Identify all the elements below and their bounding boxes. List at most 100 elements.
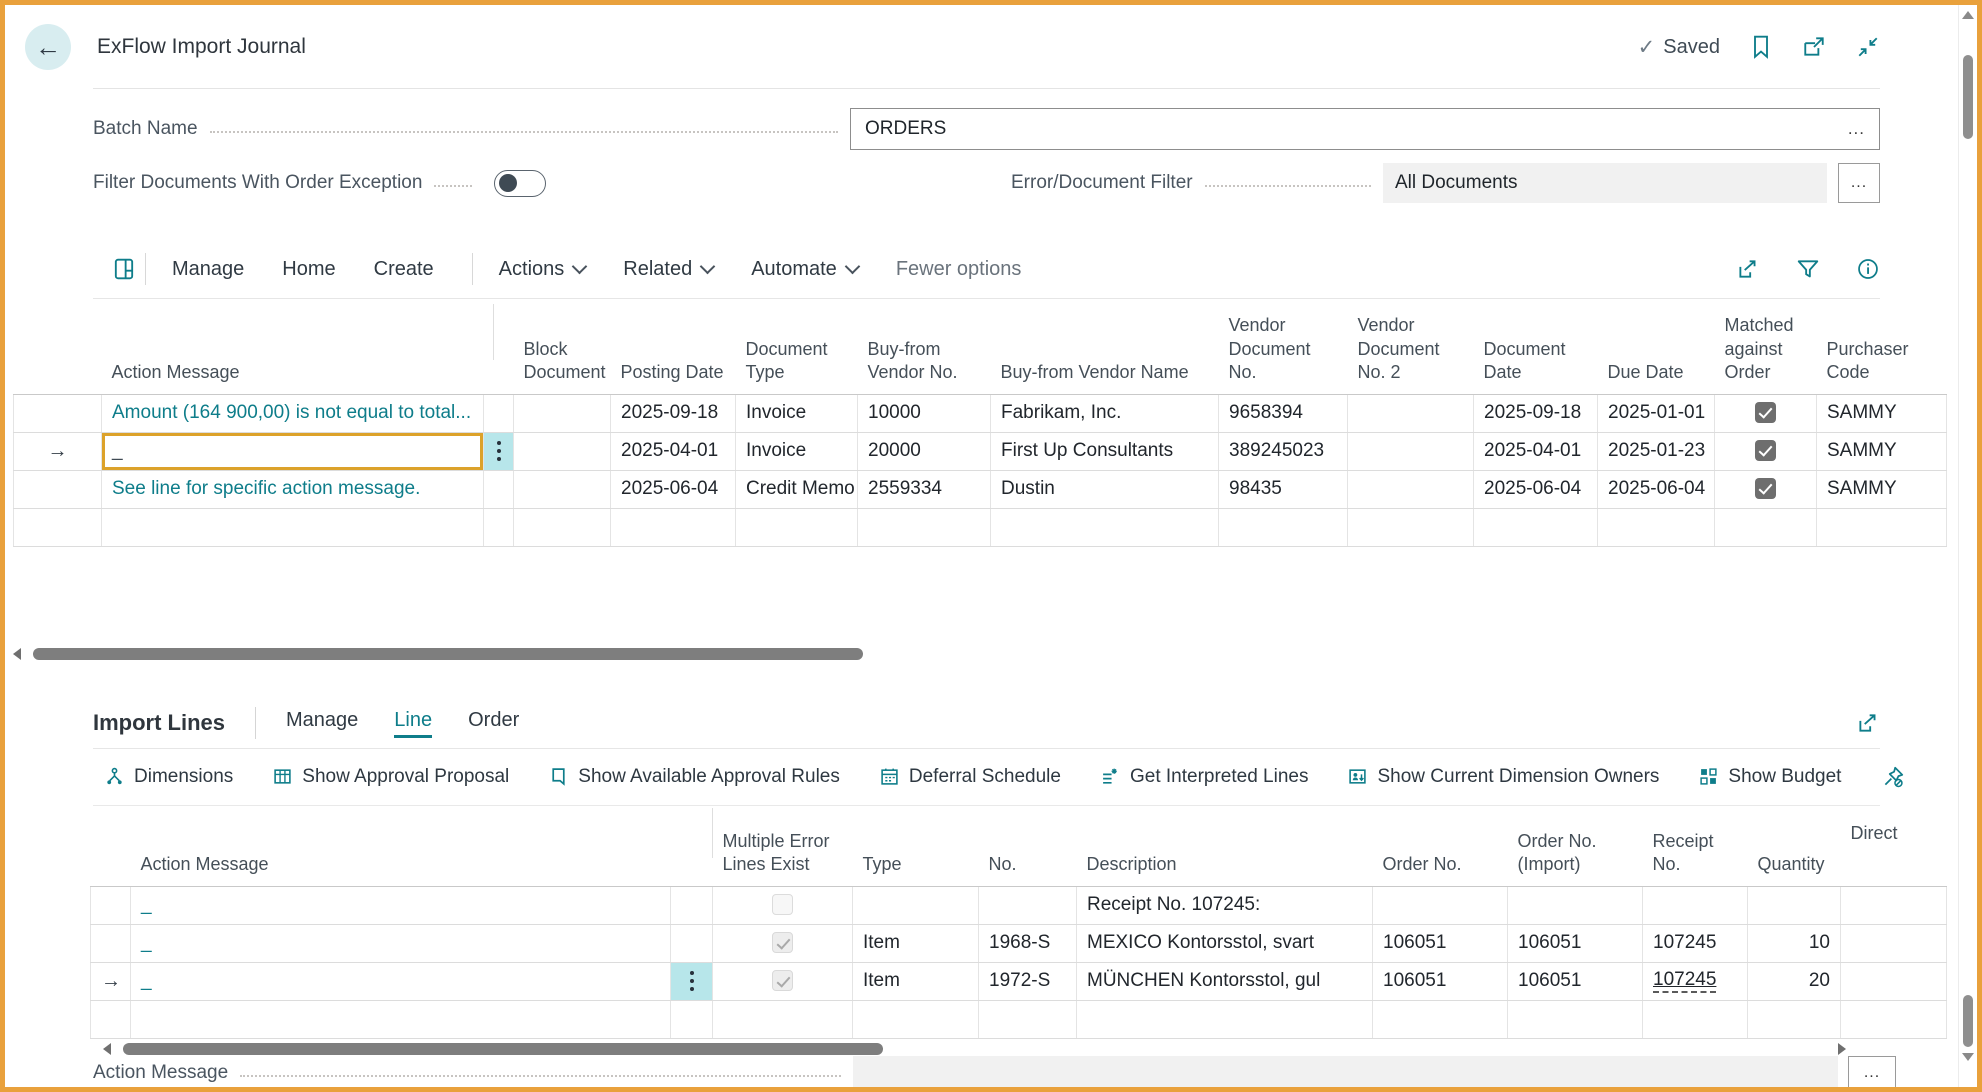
show-current-dimension-owners-button[interactable]: Show Current Dimension Owners xyxy=(1348,766,1659,788)
type-cell[interactable]: Item xyxy=(853,924,979,962)
document_type-cell[interactable] xyxy=(736,508,858,546)
action_message-cell[interactable]: See line for specific action message. xyxy=(102,470,484,508)
unpin-icon[interactable] xyxy=(1881,765,1905,789)
filter-exception-toggle[interactable] xyxy=(494,170,546,197)
gutter-cell[interactable] xyxy=(14,470,102,508)
vendor_document_no-cell[interactable] xyxy=(1219,508,1348,546)
no-cell[interactable] xyxy=(979,886,1077,924)
type-header[interactable]: Type xyxy=(853,806,979,886)
quantity-header[interactable]: Quantity xyxy=(1748,806,1841,886)
vendor_document_no-cell[interactable]: 98435 xyxy=(1219,470,1348,508)
buy_from_vendor_name-cell[interactable]: Fabrikam, Inc. xyxy=(991,394,1219,432)
action_message-cell[interactable] xyxy=(131,1000,671,1038)
document_type-cell[interactable]: Credit Memo xyxy=(736,470,858,508)
buy_from_vendor_name-header[interactable]: Buy-from Vendor Name xyxy=(991,302,1219,394)
dimensions-button[interactable]: Dimensions xyxy=(105,766,233,788)
get-interpreted-lines-button[interactable]: Get Interpreted Lines xyxy=(1101,766,1309,788)
document_date-cell[interactable] xyxy=(1474,508,1598,546)
no-cell[interactable] xyxy=(979,1000,1077,1038)
description-cell[interactable]: Receipt No. 107245: xyxy=(1077,886,1373,924)
purchaser_code-cell[interactable]: SAMMY xyxy=(1817,432,1947,470)
batch-name-input[interactable]: ORDERS ... xyxy=(850,108,1880,150)
error-filter-lookup-button[interactable]: ... xyxy=(1838,163,1880,203)
matched_against_order-cell[interactable] xyxy=(1715,432,1817,470)
menu-related[interactable]: Related xyxy=(623,258,713,281)
action_message-header[interactable]: Action Message xyxy=(131,806,671,886)
buy_from_vendor_name-cell[interactable]: Dustin xyxy=(991,470,1219,508)
receipt_no-header[interactable]: Receipt No. xyxy=(1643,806,1748,886)
menu-automate[interactable]: Automate xyxy=(751,258,858,281)
posting_date-cell[interactable] xyxy=(611,508,736,546)
quantity-cell[interactable] xyxy=(1748,1000,1841,1038)
receipt_no-cell[interactable] xyxy=(1643,1000,1748,1038)
vertical-scrollbar[interactable] xyxy=(1958,5,1977,1087)
no-cell[interactable]: 1972-S xyxy=(979,962,1077,1000)
quantity-cell[interactable]: 20 xyxy=(1748,962,1841,1000)
type-cell[interactable] xyxy=(853,886,979,924)
receipt-no-link[interactable]: 107245 xyxy=(1653,969,1716,993)
menu-cell[interactable] xyxy=(484,470,514,508)
matched-against-order-checkbox[interactable] xyxy=(1755,402,1776,423)
gutter-cell[interactable] xyxy=(91,1000,131,1038)
multiple_error-cell[interactable] xyxy=(713,886,853,924)
show-approval-proposal-button[interactable]: Show Approval Proposal xyxy=(273,766,509,788)
type-cell[interactable] xyxy=(853,1000,979,1038)
vendor_document_no-cell[interactable]: 9658394 xyxy=(1219,394,1348,432)
menu-actions[interactable]: Actions xyxy=(499,258,586,281)
buy_from_vendor_no-cell[interactable]: 20000 xyxy=(858,432,991,470)
order_no_import-cell[interactable] xyxy=(1508,886,1643,924)
buy_from_vendor_no-cell[interactable]: 10000 xyxy=(858,394,991,432)
bookmark-icon[interactable] xyxy=(1750,35,1772,59)
document_type-header[interactable]: Document Type xyxy=(736,302,858,394)
back-button[interactable]: ← xyxy=(25,24,71,70)
menu-home[interactable]: Home xyxy=(282,258,335,281)
multiple_error-header[interactable]: Multiple Error Lines Exist xyxy=(713,806,853,886)
gutter-cell[interactable] xyxy=(14,394,102,432)
vscroll-thumb-inner[interactable] xyxy=(1963,995,1973,1047)
layout-options-icon[interactable] xyxy=(113,257,135,281)
no-cell[interactable]: 1968-S xyxy=(979,924,1077,962)
vendor_document_no_2-cell[interactable] xyxy=(1348,394,1474,432)
vendor_document_no_2-cell[interactable] xyxy=(1348,508,1474,546)
no-header[interactable]: No. xyxy=(979,806,1077,886)
gutter-cell[interactable] xyxy=(91,924,131,962)
matched-against-order-checkbox[interactable] xyxy=(1755,478,1776,499)
purchaser_code-cell[interactable]: SAMMY xyxy=(1817,394,1947,432)
vendor_document_no_2-header[interactable]: Vendor Document No. 2 xyxy=(1348,302,1474,394)
vendor_document_no_2-cell[interactable] xyxy=(1348,432,1474,470)
direct-cell[interactable] xyxy=(1841,924,1947,962)
posting_date-header[interactable]: Posting Date xyxy=(611,302,736,394)
due_date-cell[interactable]: 2025-06-04 xyxy=(1598,470,1715,508)
menu-cell[interactable] xyxy=(671,924,713,962)
purchaser_code-header[interactable]: Purchaser Code xyxy=(1817,302,1947,394)
documents-hscrollbar[interactable] xyxy=(13,647,1946,661)
row-menu-button[interactable] xyxy=(671,962,713,1000)
block_document-header[interactable]: Block Document xyxy=(514,302,611,394)
block_document-cell[interactable] xyxy=(514,394,611,432)
order_no_import-cell[interactable]: 106051 xyxy=(1508,962,1643,1000)
description-cell[interactable]: MÜNCHEN Kontorsstol, gul xyxy=(1077,962,1373,1000)
receipt_no-cell[interactable]: 107245 xyxy=(1643,962,1748,1000)
vendor_document_no_2-cell[interactable] xyxy=(1348,470,1474,508)
matched_against_order-cell[interactable] xyxy=(1715,508,1817,546)
quantity-cell[interactable]: 10 xyxy=(1748,924,1841,962)
receipt_no-cell[interactable]: 107245 xyxy=(1643,924,1748,962)
order_no-cell[interactable] xyxy=(1373,1000,1508,1038)
hscroll-thumb[interactable] xyxy=(33,648,863,660)
order_no-cell[interactable]: 106051 xyxy=(1373,962,1508,1000)
matched_against_order-cell[interactable] xyxy=(1715,470,1817,508)
purchaser_code-cell[interactable] xyxy=(1817,508,1947,546)
purchaser_code-cell[interactable]: SAMMY xyxy=(1817,470,1947,508)
menu-cell[interactable] xyxy=(484,508,514,546)
collapse-page-icon[interactable] xyxy=(1856,35,1880,59)
document_date-header[interactable]: Document Date xyxy=(1474,302,1598,394)
gutter-cell[interactable] xyxy=(14,508,102,546)
posting_date-cell[interactable]: 2025-06-04 xyxy=(611,470,736,508)
scroll-down-arrow[interactable] xyxy=(1962,1053,1974,1061)
description-cell[interactable] xyxy=(1077,1000,1373,1038)
matched-against-order-checkbox[interactable] xyxy=(1755,440,1776,461)
show-budget-button[interactable]: Show Budget xyxy=(1699,766,1841,788)
due_date-header[interactable]: Due Date xyxy=(1598,302,1715,394)
gutter-cell[interactable] xyxy=(91,886,131,924)
action_message-cell[interactable]: _ xyxy=(131,924,671,962)
